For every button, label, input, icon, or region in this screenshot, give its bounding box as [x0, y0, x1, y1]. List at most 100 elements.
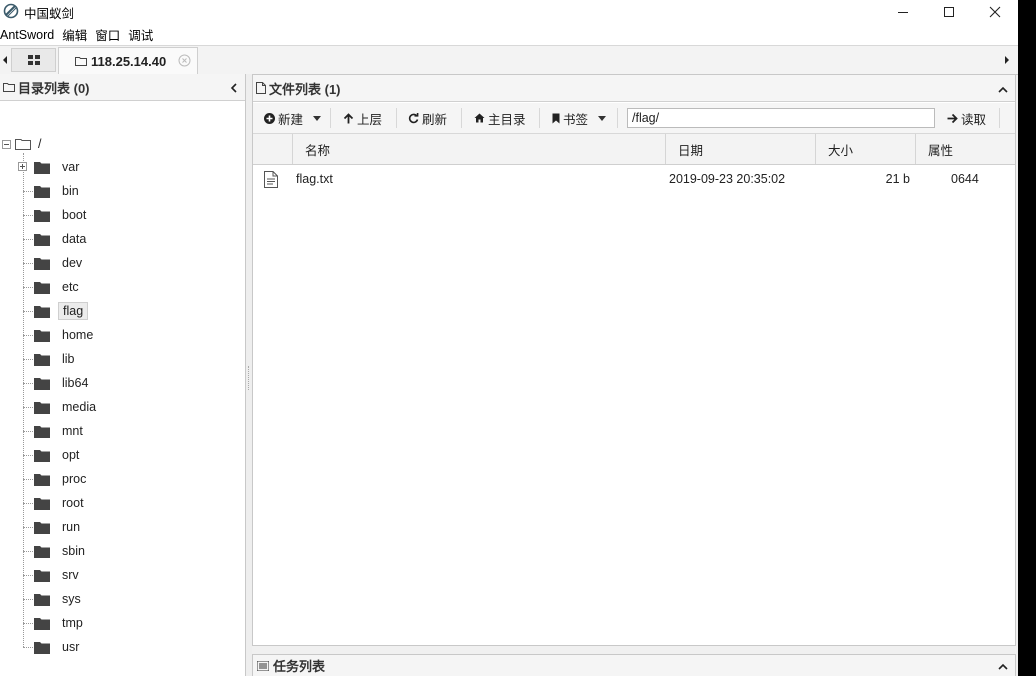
tree-item-label: opt	[62, 448, 80, 462]
tree-item-proc[interactable]: proc	[23, 468, 90, 490]
menu-edit[interactable]: 编辑	[62, 25, 93, 44]
folder-icon	[34, 425, 50, 438]
column-size-header[interactable]: 大小	[815, 134, 915, 164]
file-list-header: 名称 日期 大小 属性	[253, 134, 1015, 165]
chevron-left-icon	[230, 83, 237, 93]
column-attr-header[interactable]: 属性	[915, 134, 1015, 164]
tab-close-button[interactable]	[178, 54, 191, 67]
table-row[interactable]: flag.txt 2019-09-23 20:35:02 21 b 0644	[253, 165, 1015, 193]
home-dir-button[interactable]: 主目录	[474, 107, 526, 129]
file-name-cell: flag.txt	[296, 172, 333, 186]
tree-item-root[interactable]: root	[23, 492, 88, 514]
menu-window[interactable]: 窗口	[95, 25, 126, 44]
refresh-button[interactable]: 刷新	[408, 107, 447, 129]
new-button[interactable]: 新建	[264, 107, 322, 129]
column-date-label: 日期	[678, 143, 704, 158]
folder-icon	[34, 449, 50, 462]
tree-item-opt[interactable]: opt	[23, 444, 83, 466]
minimize-button[interactable]	[880, 0, 926, 24]
tree-item-tmp[interactable]: tmp	[23, 612, 87, 634]
tab-scroll-left-button[interactable]	[0, 52, 10, 68]
tree-item-mnt[interactable]: mnt	[23, 420, 87, 442]
column-name-header[interactable]: 名称	[292, 134, 665, 164]
tree-item-label: etc	[62, 280, 79, 294]
column-attr-label: 属性	[928, 143, 954, 158]
tree-item-run[interactable]: run	[23, 516, 84, 538]
caret-down-icon	[313, 115, 322, 121]
tree-item-lib64[interactable]: lib64	[23, 372, 92, 394]
tree-item-data[interactable]: data	[23, 228, 90, 250]
desktop-background	[1018, 0, 1036, 676]
tree-item-sbin[interactable]: sbin	[23, 540, 89, 562]
folder-icon	[34, 209, 50, 222]
folder-icon	[34, 377, 50, 390]
column-name-label: 名称	[305, 143, 331, 158]
folder-icon	[34, 185, 50, 198]
tree-item-flag[interactable]: flag	[23, 300, 89, 322]
path-input[interactable]	[627, 108, 935, 128]
new-button-label: 新建	[278, 112, 304, 127]
folder-icon	[34, 641, 50, 654]
read-button-label: 读取	[961, 112, 987, 127]
folder-icon	[34, 353, 50, 366]
tree-item-label: sbin	[62, 544, 85, 558]
folder-icon	[34, 233, 50, 246]
tab-shell-session[interactable]: 118.25.14.40	[58, 47, 198, 74]
folder-icon	[34, 161, 50, 174]
tree-item-sys[interactable]: sys	[23, 588, 85, 610]
directory-pane-title: 目录列表 (0)	[18, 80, 90, 96]
tree-item-srv[interactable]: srv	[23, 564, 83, 586]
arrow-right-icon	[947, 113, 958, 124]
column-icon-header	[253, 134, 292, 164]
close-button[interactable]	[972, 0, 1018, 24]
tree-item-lib[interactable]: lib	[23, 348, 79, 370]
bookmark-label: 书签	[563, 112, 589, 127]
home-icon	[474, 113, 485, 123]
collapse-left-button[interactable]	[230, 81, 238, 96]
tree-item-home[interactable]: home	[23, 324, 97, 346]
folder-icon	[34, 545, 50, 558]
tree-item-label: home	[62, 328, 94, 342]
folder-icon	[34, 521, 50, 534]
tree-item-etc[interactable]: etc	[23, 276, 83, 298]
folder-icon	[34, 329, 50, 342]
menu-debug[interactable]: 调试	[128, 25, 159, 44]
tree-item-bin[interactable]: bin	[23, 180, 83, 202]
maximize-button[interactable]	[926, 0, 972, 24]
collapse-file-pane-button[interactable]	[998, 82, 1008, 97]
up-level-label: 上层	[357, 112, 383, 127]
minimize-icon	[898, 12, 908, 13]
close-icon	[989, 6, 1001, 18]
caret-right-icon	[1005, 56, 1009, 64]
collapse-toggle-icon[interactable]	[2, 139, 11, 149]
tree-item-label: proc	[62, 472, 87, 486]
up-level-button[interactable]: 上层	[343, 107, 382, 129]
tree-item-dev[interactable]: dev	[23, 252, 86, 274]
folder-icon	[34, 401, 50, 414]
column-date-header[interactable]: 日期	[665, 134, 815, 164]
tree-item-label: lib	[62, 352, 75, 366]
read-button[interactable]: 读取	[947, 107, 986, 129]
bookmark-button[interactable]: 书签	[552, 107, 607, 129]
tree-item-label: usr	[62, 640, 80, 654]
menu-antsword[interactable]: AntSword	[0, 28, 60, 42]
tree-item-media[interactable]: media	[23, 396, 100, 418]
tab-home-button[interactable]	[11, 48, 56, 72]
bookmark-icon	[552, 113, 560, 124]
refresh-label: 刷新	[422, 112, 448, 127]
grid-icon	[27, 55, 40, 65]
collapse-task-pane-button[interactable]	[998, 659, 1008, 674]
tree-item-label: tmp	[62, 616, 83, 630]
tree-item-usr[interactable]: usr	[23, 636, 83, 658]
folder-icon	[34, 497, 50, 510]
folder-icon	[75, 57, 87, 66]
tree-item-label: bin	[62, 184, 79, 198]
tree-item-label: media	[62, 400, 97, 414]
tree-item-label: mnt	[62, 424, 83, 438]
tree-root[interactable]: /	[0, 135, 41, 153]
tab-scroll-right-button[interactable]	[1000, 52, 1014, 68]
tree-item-var[interactable]: var	[23, 156, 83, 178]
tree-root-label: /	[38, 137, 42, 151]
tree-item-boot[interactable]: boot	[23, 204, 90, 226]
file-attr-cell: 0644	[951, 172, 979, 186]
